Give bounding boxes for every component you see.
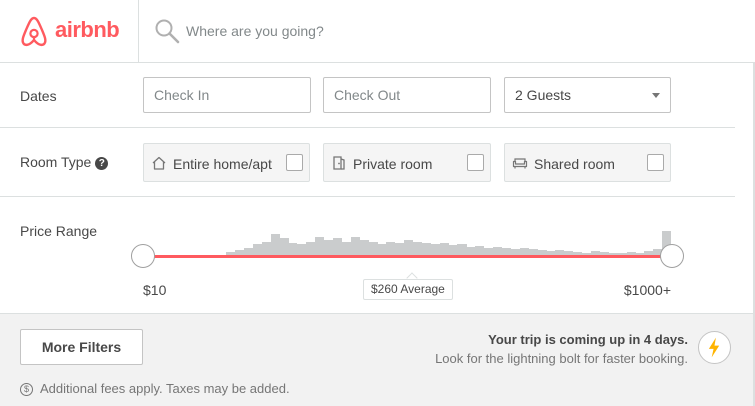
histogram-bar	[484, 248, 494, 255]
room-type-label: Room Type?	[20, 154, 109, 170]
histogram-bar	[297, 244, 307, 255]
price-max-label: $1000+	[623, 282, 671, 298]
histogram-bar	[501, 248, 512, 255]
histogram-bar	[412, 242, 423, 255]
guests-select[interactable]: 2 Guests	[504, 77, 671, 113]
histogram-bar	[377, 244, 387, 255]
room-option-label: Private room	[353, 156, 433, 172]
histogram-bar	[315, 237, 325, 255]
price-max-handle[interactable]	[660, 244, 684, 268]
price-min-handle[interactable]	[131, 244, 155, 268]
room-option-label: Entire home/apt	[173, 156, 272, 172]
fees-note: Additional fees apply. Taxes may be adde…	[40, 381, 290, 396]
divider	[0, 196, 735, 197]
histogram-bar	[421, 243, 431, 255]
logo[interactable]: airbnb	[0, 0, 139, 63]
histogram-bar	[475, 246, 485, 255]
histogram-bar	[395, 243, 405, 255]
histogram-bar	[519, 248, 529, 255]
home-icon	[152, 156, 166, 170]
door-icon	[333, 156, 345, 170]
instant-book-button[interactable]	[698, 331, 731, 364]
search-icon	[155, 19, 180, 44]
histogram-bar	[439, 243, 449, 255]
shared-room-checkbox[interactable]	[647, 154, 664, 171]
private-room-checkbox[interactable]	[467, 154, 484, 171]
room-option-entire-home[interactable]: Entire home/apt	[143, 143, 310, 182]
histogram-bar	[243, 248, 253, 255]
histogram-bar	[279, 238, 289, 255]
couch-icon	[512, 158, 528, 169]
trip-reminder-subtitle: Look for the lightning bolt for faster b…	[435, 351, 688, 366]
help-icon[interactable]: ?	[95, 157, 109, 170]
histogram-bar	[404, 240, 414, 255]
histogram-bar	[323, 240, 334, 255]
histogram-bar	[332, 238, 342, 255]
histogram-bar	[430, 244, 440, 255]
price-range-label: Price Range	[20, 223, 98, 239]
room-option-label: Shared room	[534, 156, 615, 172]
price-min-label: $10	[143, 282, 167, 298]
room-type-label-text: Room Type	[20, 154, 92, 170]
histogram-bar	[288, 243, 298, 255]
filters-footer: More Filters Your trip is coming up in 4…	[0, 313, 753, 406]
caret-down-icon	[652, 93, 660, 98]
histogram-bar	[306, 242, 316, 255]
trip-reminder-title: Your trip is coming up in 4 days.	[488, 332, 688, 347]
header: airbnb	[0, 0, 755, 63]
room-option-private-room[interactable]: Private room	[323, 143, 491, 182]
dollar-icon: $	[20, 383, 33, 396]
entire-home-checkbox[interactable]	[286, 154, 303, 171]
histogram-bar	[252, 244, 262, 255]
dates-label: Dates	[20, 88, 57, 104]
histogram-bar	[493, 247, 503, 255]
lightning-bolt-icon	[708, 337, 720, 358]
histogram-bar	[448, 245, 458, 255]
airbnb-logo-icon	[21, 16, 47, 47]
check-in-field[interactable]	[143, 77, 311, 113]
average-price-badge: $260 Average	[363, 279, 453, 300]
histogram-bar	[350, 237, 360, 255]
histogram-bar	[261, 242, 271, 255]
histogram-bar	[270, 234, 280, 255]
logo-text: airbnb	[55, 17, 120, 42]
histogram-bar	[457, 244, 467, 255]
search-input[interactable]	[186, 16, 726, 46]
histogram-bar	[359, 240, 369, 255]
histogram-bar	[341, 242, 351, 255]
histogram-bar	[466, 247, 476, 255]
divider	[0, 127, 735, 128]
check-out-field[interactable]	[323, 77, 491, 113]
guests-value: 2 Guests	[515, 87, 572, 103]
histogram-bar	[386, 242, 396, 255]
room-option-shared-room[interactable]: Shared room	[504, 143, 671, 182]
price-slider-track[interactable]	[143, 255, 672, 258]
more-filters-button[interactable]: More Filters	[20, 329, 143, 365]
histogram-bar	[368, 242, 378, 255]
